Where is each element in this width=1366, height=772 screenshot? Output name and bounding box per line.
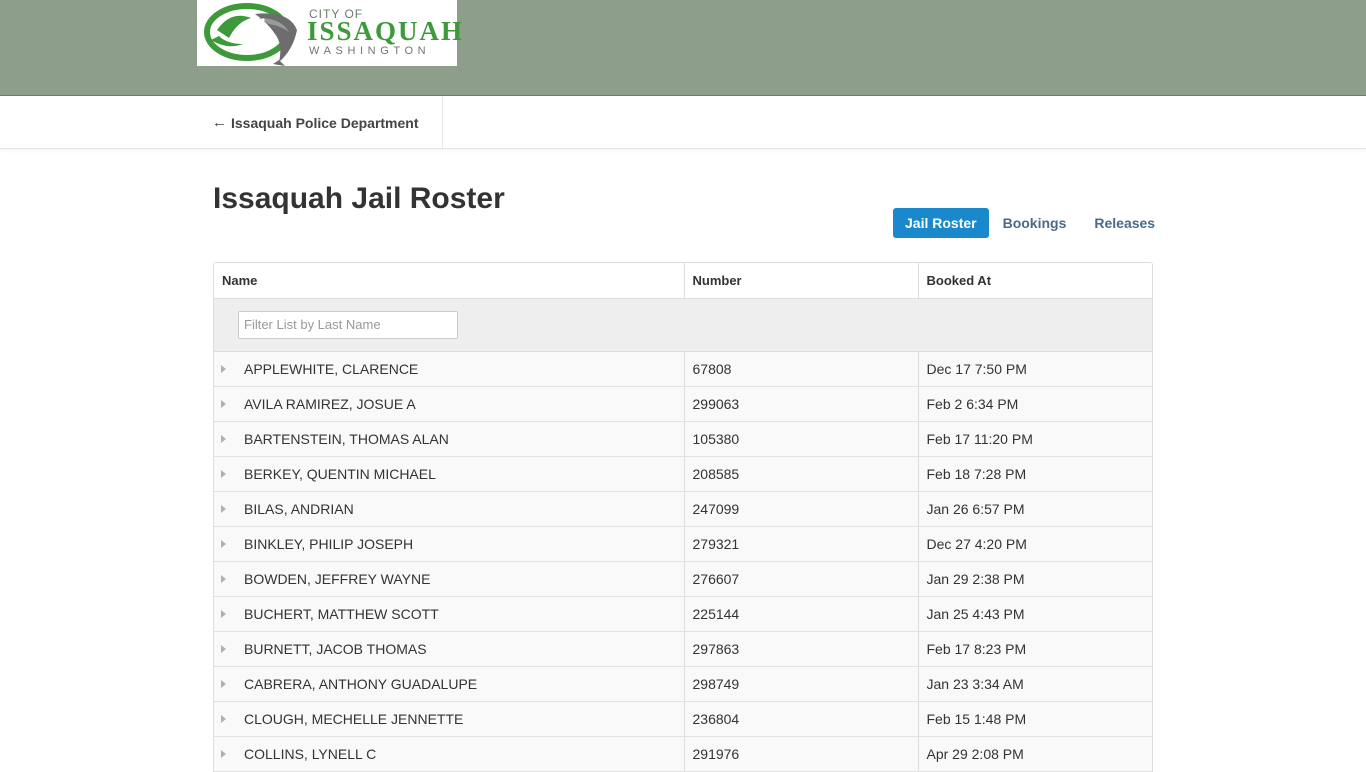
booked-at-cell: Feb 17 11:20 PM <box>917 421 1152 457</box>
expand-caret-icon[interactable] <box>221 539 226 548</box>
booked-at-cell: Feb 18 7:28 PM <box>917 456 1152 492</box>
inmate-name: CABRERA, ANTHONY GUADALUPE <box>244 675 478 692</box>
inmate-name-cell[interactable]: COLLINS, LYNELL C <box>214 736 684 772</box>
booking-number-cell: 299063 <box>683 386 918 422</box>
booked-at-cell: Jan 23 3:34 AM <box>917 666 1152 702</box>
table-row[interactable]: BINKLEY, PHILIP JOSEPH 279321 Dec 27 4:20 … <box>214 526 1152 562</box>
fish-logo-icon <box>204 3 297 66</box>
sub-navigation: ← Issaquah Police Department <box>0 96 1366 149</box>
logo-issaquah: ISSAQUAH <box>307 16 465 46</box>
expand-caret-icon[interactable] <box>221 364 226 373</box>
inmate-name-cell[interactable]: BILAS, ANDRIAN <box>214 491 684 527</box>
inmate-name: BURNETT, JACOB THOMAS <box>244 640 427 657</box>
booked-at-cell: Dec 27 4:20 PM <box>917 526 1152 562</box>
inmate-name-cell[interactable]: APPLEWHITE, CLARENCE <box>214 351 684 387</box>
inmate-name-cell[interactable]: BINKLEY, PHILIP JOSEPH <box>214 526 684 562</box>
inmate-name: APPLEWHITE, CLARENCE <box>244 360 419 377</box>
booked-at-cell: Apr 29 2:08 PM <box>917 736 1152 772</box>
expand-caret-icon[interactable] <box>221 679 226 688</box>
header-banner: CITY OF ISSAQUAH WASHINGTON <box>0 0 1366 96</box>
booked-at-cell: Jan 29 2:38 PM <box>917 561 1152 597</box>
inmate-name: BINKLEY, PHILIP JOSEPH <box>244 535 414 552</box>
column-header-number[interactable]: Number <box>683 263 918 299</box>
roster-tabs: Jail Roster Bookings Releases <box>893 208 1169 238</box>
inmate-name-cell[interactable]: CLOUGH, MECHELLE JENNETTE <box>214 701 684 737</box>
table-row[interactable]: BERKEY, QUENTIN MICHAEL 208585 Feb 18 7:28… <box>214 456 1152 492</box>
table-row[interactable]: BUCHERT, MATTHEW SCOTT 225144 Jan 25 4:43 … <box>214 596 1152 632</box>
expand-caret-icon[interactable] <box>221 434 226 443</box>
booking-number-cell: 276607 <box>683 561 918 597</box>
page-title: Issaquah Jail Roster <box>213 182 505 215</box>
booked-at-cell: Jan 26 6:57 PM <box>917 491 1152 527</box>
table-row[interactable]: AVILA RAMIREZ, JOSUE A 299063 Feb 2 6:34 P… <box>214 386 1152 422</box>
booked-at-cell: Feb 2 6:34 PM <box>917 386 1152 422</box>
tab-releases[interactable]: Releases <box>1080 208 1169 238</box>
inmate-name-cell[interactable]: BARTENSTEIN, THOMAS ALAN <box>214 421 684 457</box>
roster-table: Name Number Booked At APPLEWHITE, CLAREN… <box>214 263 1152 772</box>
table-header-row: Name Number Booked At <box>214 263 1152 299</box>
inmate-name: CLOUGH, MECHELLE JENNETTE <box>244 710 464 727</box>
table-row[interactable]: BARTENSTEIN, THOMAS ALAN 105380 Feb 17 11:… <box>214 421 1152 457</box>
inmate-name: BILAS, ANDRIAN <box>244 500 354 517</box>
logo-washington: WASHINGTON <box>309 45 431 57</box>
booking-number-cell: 236804 <box>683 701 918 737</box>
booking-number-cell: 298749 <box>683 666 918 702</box>
tab-jail-roster[interactable]: Jail Roster <box>893 208 989 238</box>
booked-at-cell: Feb 17 8:23 PM <box>917 631 1152 667</box>
inmate-name-cell[interactable]: AVILA RAMIREZ, JOSUE A <box>214 386 684 422</box>
inmate-name: BUCHERT, MATTHEW SCOTT <box>244 605 439 622</box>
filter-cell <box>214 298 1152 352</box>
city-logo[interactable]: CITY OF ISSAQUAH WASHINGTON <box>197 0 462 66</box>
tab-bookings[interactable]: Bookings <box>989 208 1081 238</box>
table-row[interactable]: BOWDEN, JEFFREY WAYNE 276607 Jan 29 2:38 P… <box>214 561 1152 597</box>
booking-number-cell: 247099 <box>683 491 918 527</box>
filter-row <box>214 298 1152 352</box>
booking-number-cell: 279321 <box>683 526 918 562</box>
booking-number-cell: 225144 <box>683 596 918 632</box>
table-row[interactable]: CLOUGH, MECHELLE JENNETTE 236804 Feb 15 1:… <box>214 701 1152 737</box>
table-row[interactable]: BURNETT, JACOB THOMAS 297863 Feb 17 8:23 P… <box>214 631 1152 667</box>
inmate-name: BOWDEN, JEFFREY WAYNE <box>244 570 431 587</box>
booking-number-cell: 291976 <box>683 736 918 772</box>
table-row[interactable]: APPLEWHITE, CLARENCE 67808 Dec 17 7:50 PM <box>214 351 1152 387</box>
column-header-booked-at[interactable]: Booked At <box>917 263 1152 299</box>
booking-number-cell: 208585 <box>683 456 918 492</box>
inmate-name-cell[interactable]: BERKEY, QUENTIN MICHAEL <box>214 456 684 492</box>
roster-table-container: Name Number Booked At APPLEWHITE, CLAREN… <box>213 262 1153 772</box>
booking-number-cell: 105380 <box>683 421 918 457</box>
booking-number-cell: 67808 <box>683 351 918 387</box>
table-row[interactable]: COLLINS, LYNELL C 291976 Apr 29 2:08 PM <box>214 736 1152 772</box>
inmate-name-cell[interactable]: BOWDEN, JEFFREY WAYNE <box>214 561 684 597</box>
booked-at-cell: Feb 15 1:48 PM <box>917 701 1152 737</box>
expand-caret-icon[interactable] <box>221 574 226 583</box>
table-row[interactable]: CABRERA, ANTHONY GUADALUPE 298749 Jan 23 3… <box>214 666 1152 702</box>
expand-caret-icon[interactable] <box>221 714 226 723</box>
booked-at-cell: Jan 25 4:43 PM <box>917 596 1152 632</box>
back-link-label: Issaquah Police Department <box>231 114 419 131</box>
booked-at-cell: Dec 17 7:50 PM <box>917 351 1152 387</box>
inmate-name: BERKEY, QUENTIN MICHAEL <box>244 465 436 482</box>
back-to-police-department-link[interactable]: ← Issaquah Police Department <box>212 96 443 149</box>
expand-caret-icon[interactable] <box>221 469 226 478</box>
inmate-name-cell[interactable]: BURNETT, JACOB THOMAS <box>214 631 684 667</box>
inmate-name: BARTENSTEIN, THOMAS ALAN <box>244 430 449 447</box>
expand-caret-icon[interactable] <box>221 644 226 653</box>
expand-caret-icon[interactable] <box>221 749 226 758</box>
table-row[interactable]: BILAS, ANDRIAN 247099 Jan 26 6:57 PM <box>214 491 1152 527</box>
left-arrow-icon: ← <box>212 114 227 131</box>
expand-caret-icon[interactable] <box>221 399 226 408</box>
expand-caret-icon[interactable] <box>221 609 226 618</box>
inmate-name-cell[interactable]: BUCHERT, MATTHEW SCOTT <box>214 596 684 632</box>
inmate-name: COLLINS, LYNELL C <box>244 745 377 762</box>
expand-caret-icon[interactable] <box>221 504 226 513</box>
booking-number-cell: 297863 <box>683 631 918 667</box>
inmate-name-cell[interactable]: CABRERA, ANTHONY GUADALUPE <box>214 666 684 702</box>
column-header-name[interactable]: Name <box>214 263 684 299</box>
inmate-name: AVILA RAMIREZ, JOSUE A <box>244 395 416 412</box>
last-name-filter-input[interactable] <box>238 310 458 339</box>
